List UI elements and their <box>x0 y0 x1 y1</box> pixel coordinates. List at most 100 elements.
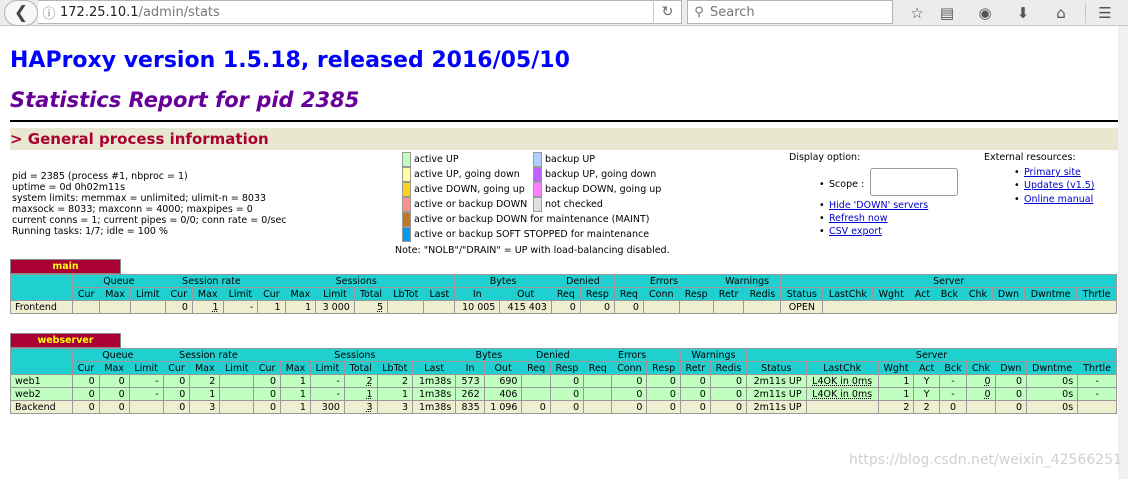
legend-swatch <box>533 182 542 197</box>
bookmark-star-icon[interactable]: ☆ <box>902 0 932 26</box>
col-header: Limit <box>309 361 345 375</box>
section-header: > General process information <box>10 128 1118 150</box>
home-icon[interactable]: ⌂ <box>1046 0 1076 26</box>
col-header: Req <box>521 361 551 375</box>
cell-b-out: 406 <box>483 387 523 401</box>
search-input[interactable] <box>710 4 880 20</box>
cell-s-total[interactable]: 3 <box>343 400 378 414</box>
cell-sr-cur: 0 <box>162 387 191 401</box>
col-header: Status <box>780 287 824 301</box>
cell-sr-max: 3 <box>189 400 221 414</box>
refresh-now-link[interactable]: Refresh now <box>829 213 888 224</box>
cell-s-cur: 0 <box>253 387 281 401</box>
col-header: Redis <box>743 287 782 301</box>
cell-lastchk[interactable]: L4OK in 0ms <box>805 387 879 401</box>
back-button[interactable]: ❮ <box>4 0 38 26</box>
proxy-name-webserver[interactable]: webserver <box>10 333 121 348</box>
hide-down-servers-link[interactable]: Hide 'DOWN' servers <box>829 200 928 211</box>
backend-stats-table: Queue Session rate Sessions Bytes Denied… <box>10 348 1117 414</box>
browser-toolbar: ❮ ⓘ 172.25.10.1/admin/stats ↻ ⚲ ☆ ▤ ◉ ⬇ … <box>0 0 1128 26</box>
reload-icon: ↻ <box>661 4 674 20</box>
col-group: Queue <box>72 348 164 362</box>
legend-swatch <box>533 152 542 167</box>
col-header: Cur <box>253 361 281 375</box>
cell-chk[interactable]: 0 <box>966 374 996 388</box>
col-header: Resp <box>646 361 681 375</box>
pocket-icon[interactable]: ◉ <box>970 0 1000 26</box>
col-header: Cur <box>71 287 101 301</box>
cell-dwntme: 0s <box>1026 400 1079 414</box>
cell-s-total[interactable]: 2 <box>343 374 378 388</box>
cell-sr-cur: 0 <box>162 374 191 388</box>
col-header: Max <box>98 361 130 375</box>
cell-dwn: 0 <box>994 387 1028 401</box>
col-group: Errors <box>613 274 714 288</box>
cell-sr-max: 2 <box>189 374 221 388</box>
cell-bck: 0 <box>938 400 968 414</box>
toolbar-separator <box>1085 3 1086 23</box>
proxy-name-main[interactable]: main <box>10 259 121 274</box>
col-group: Queue <box>72 274 166 288</box>
cell-dwn: 0 <box>994 374 1028 388</box>
reading-list-icon[interactable]: ▤ <box>932 0 962 26</box>
row-name[interactable]: web1 <box>10 374 73 388</box>
cell-s-limit: 300 <box>309 400 345 414</box>
legend-label: active or backup SOFT STOPPED for mainte… <box>414 229 650 240</box>
url-text[interactable]: 172.25.10.1/admin/stats <box>60 5 653 20</box>
cell-dwntme: 0s <box>1026 374 1079 388</box>
display-options-title: Display option: <box>789 152 861 163</box>
col-header: Limit <box>129 287 166 301</box>
cell-b-out: 690 <box>483 374 523 388</box>
col-header: Max <box>99 287 131 301</box>
row-name: Frontend <box>10 300 73 314</box>
cell-s-limit: - <box>309 374 345 388</box>
col-header: Last <box>412 361 457 375</box>
col-header: Limit <box>128 361 164 375</box>
primary-site-link[interactable]: Primary site <box>1024 167 1081 178</box>
cell-dwntme: 0s <box>1026 387 1079 401</box>
page-title: HAProxy version 1.5.18, released 2016/05… <box>10 48 570 73</box>
col-header: Retr <box>679 361 711 375</box>
url-bar[interactable]: ⓘ 172.25.10.1/admin/stats ↻ <box>38 0 682 24</box>
cell-lastchk[interactable]: L4OK in 0ms <box>805 374 879 388</box>
col-group: Errors <box>583 348 681 362</box>
col-header: Dwn <box>994 361 1028 375</box>
cell-act: 2 <box>913 400 940 414</box>
col-header: Retr <box>712 287 745 301</box>
col-group: Denied <box>550 274 615 288</box>
col-header: Total <box>343 361 378 375</box>
cell-chk <box>966 400 996 414</box>
site-info-icon[interactable]: ⓘ <box>38 3 60 22</box>
cell-s-cur: 0 <box>253 374 281 388</box>
cell-chk[interactable]: 0 <box>966 387 996 401</box>
cell-d-resp: 0 <box>549 400 585 414</box>
process-info-line: pid = 2385 (process #1, nbproc = 1) <box>12 171 188 182</box>
col-header: Req <box>550 287 581 301</box>
cell-wght: 1 <box>877 374 915 388</box>
col-group: Denied <box>521 348 585 362</box>
cell-w-redis: 0 <box>709 387 748 401</box>
col-header: Last <box>423 287 456 301</box>
online-manual-link[interactable]: Online manual <box>1024 194 1093 205</box>
csv-export-link[interactable]: CSV export <box>829 226 882 237</box>
process-info: pid = 2385 (process #1, nbproc = 1) upti… <box>12 171 287 237</box>
cell-q-limit: - <box>128 387 164 401</box>
scrollbar[interactable] <box>1118 26 1128 479</box>
downloads-icon[interactable]: ⬇ <box>1008 0 1038 26</box>
cell-s-cur: 0 <box>253 400 281 414</box>
scope-input[interactable] <box>870 168 958 196</box>
menu-icon[interactable]: ☰ <box>1090 0 1120 26</box>
legend-swatch <box>402 197 411 212</box>
row-name[interactable]: web2 <box>10 387 73 401</box>
reload-button[interactable]: ↻ <box>653 0 681 24</box>
legend-note: Note: "NOLB"/"DRAIN" = UP with load-bala… <box>395 245 670 256</box>
cell-s-limit: - <box>309 387 345 401</box>
search-icon: ⚲ <box>694 4 704 20</box>
search-bar[interactable]: ⚲ <box>687 0 893 24</box>
cell-q-limit <box>128 400 164 414</box>
table-row: web1 0 0-0 2 0 1-2 2 1m38s 573 690 0 0 0 0 0 2m11s UP L4… <box>10 374 1117 388</box>
updates-link[interactable]: Updates (v1.5) <box>1024 180 1095 191</box>
cell-s-total[interactable]: 1 <box>343 387 378 401</box>
legend-swatch <box>533 197 542 212</box>
col-header: Req <box>583 361 613 375</box>
